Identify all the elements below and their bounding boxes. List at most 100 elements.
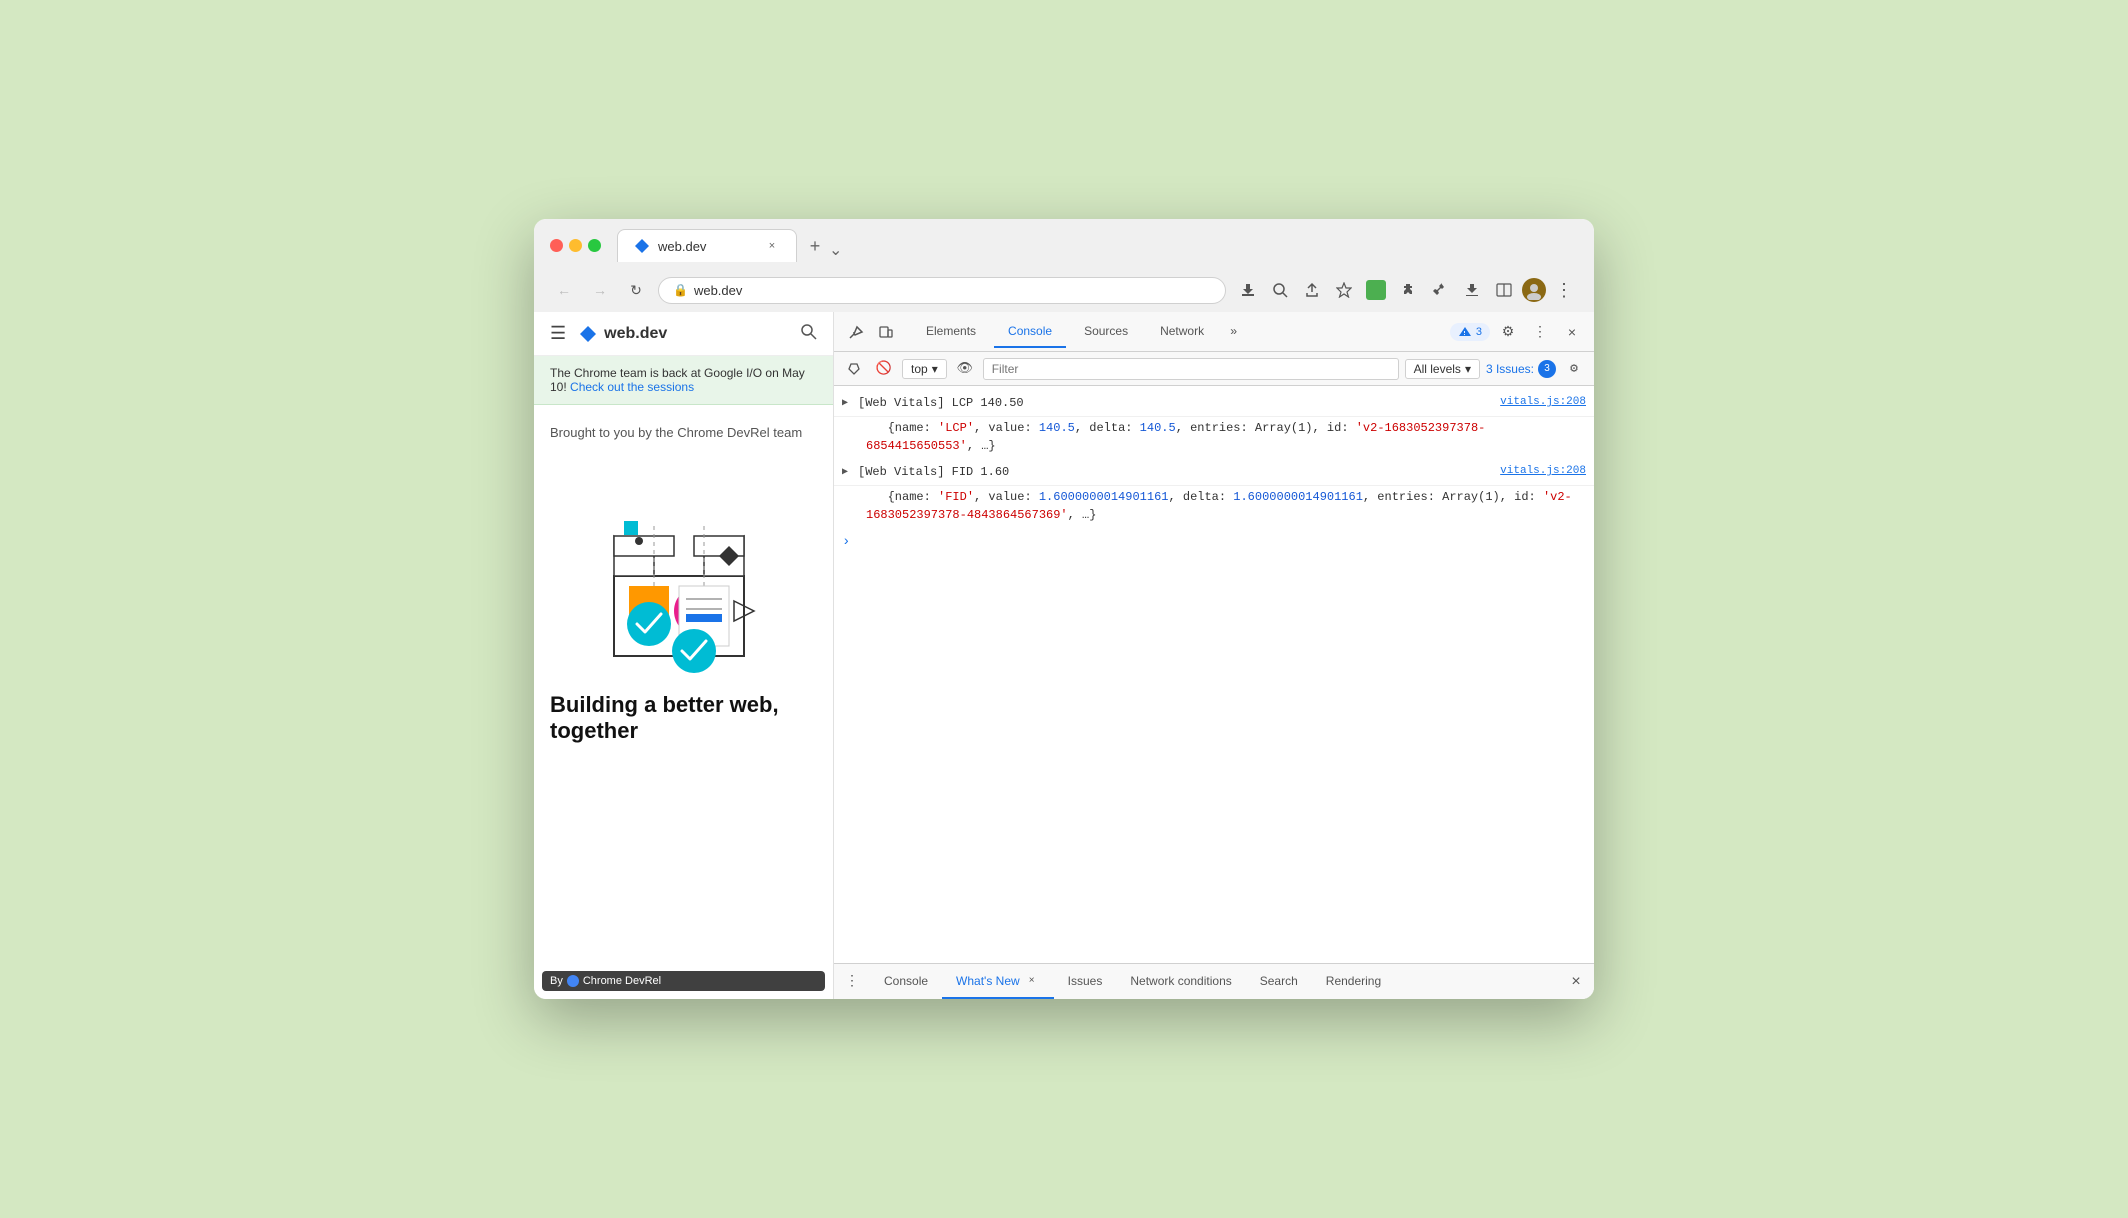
chrome-devrel-logo — [567, 975, 579, 987]
devtools-more-button[interactable]: ⋮ — [1526, 318, 1554, 346]
drawer-menu-button[interactable]: ⋮ — [838, 968, 866, 996]
console-sub-2: {name: 'FID', value: 1.6000000014901161,… — [834, 486, 1594, 528]
issues-count-text: 3 — [1476, 326, 1482, 338]
console-block-button[interactable]: 🚫 — [872, 357, 896, 381]
entry-source-1[interactable]: vitals.js:208 — [1500, 394, 1586, 411]
tab-close-button[interactable]: × — [764, 238, 780, 254]
green-extension-icon — [1366, 280, 1386, 300]
devtools-toolbar: Elements Console Sources Network » 3 ⚙ ⋮… — [834, 312, 1594, 352]
site-title: web.dev — [604, 325, 667, 343]
page-illustration — [574, 456, 794, 676]
drawer-close-button[interactable]: × — [1562, 968, 1590, 996]
devtools-tab-sources[interactable]: Sources — [1070, 316, 1142, 348]
drawer-rendering-label: Rendering — [1326, 974, 1381, 988]
pin-icon-button[interactable] — [1426, 276, 1454, 304]
devtools-tab-elements[interactable]: Elements — [912, 316, 990, 348]
console-prompt-chevron: › — [842, 534, 850, 550]
profile-avatar[interactable] — [1522, 278, 1546, 302]
devtools-tab-console[interactable]: Console — [994, 316, 1066, 348]
devtools-drawer: ⋮ Console What's New × Issues Network co… — [834, 963, 1594, 999]
console-settings-button[interactable]: ⚙ — [1562, 357, 1586, 381]
share-icon-button[interactable] — [1298, 276, 1326, 304]
footer-badge: By Chrome DevRel — [542, 971, 825, 991]
url-bar[interactable]: 🔒 web.dev — [658, 277, 1226, 304]
url-text: web.dev — [694, 283, 742, 298]
title-bar-top: web.dev × + ⌄ — [550, 229, 1578, 262]
entry-toggle-1[interactable]: ▶ — [842, 396, 848, 411]
console-entry-lcp[interactable]: ▶ vitals.js:208 [Web Vitals] LCP 140.50 — [834, 390, 1594, 417]
devtools-split-button[interactable] — [1490, 276, 1518, 304]
console-eye-button[interactable]: 👁 — [953, 357, 977, 381]
page-footer-heading: Building a better web, together — [550, 692, 817, 744]
extensions-button[interactable] — [1394, 276, 1422, 304]
site-search-button[interactable] — [799, 322, 817, 345]
issues-label-text: 3 Issues: — [1486, 362, 1534, 376]
download-icon-button[interactable] — [1234, 276, 1262, 304]
forward-button[interactable]: → — [586, 276, 614, 304]
console-clear-button[interactable] — [842, 357, 866, 381]
zoom-icon-button[interactable] — [1266, 276, 1294, 304]
issues-count-badge: 3 — [1538, 360, 1556, 378]
browser-tab-webdev[interactable]: web.dev × — [617, 229, 797, 262]
page-subtitle: Brought to you by the Chrome DevRel team — [550, 425, 817, 440]
maximize-window-button[interactable] — [588, 239, 601, 252]
lock-icon: 🔒 — [673, 283, 688, 297]
browser-toolbar-icons: ⋮ — [1234, 276, 1578, 304]
entry-toggle-2[interactable]: ▶ — [842, 465, 848, 480]
drawer-tab-network-conditions[interactable]: Network conditions — [1116, 964, 1245, 999]
webpage-panel: ☰ web.dev The Chrome team is back at Goo… — [534, 312, 834, 999]
tab-title: web.dev — [658, 239, 706, 254]
close-window-button[interactable] — [550, 239, 563, 252]
console-prompt-area[interactable]: › — [834, 528, 1594, 556]
entry-text-2: [Web Vitals] FID 1.60 — [858, 465, 1009, 479]
devtools-issues-badge[interactable]: 3 — [1450, 323, 1490, 341]
minimize-window-button[interactable] — [569, 239, 582, 252]
drawer-tab-search[interactable]: Search — [1246, 964, 1312, 999]
devtools-more-tabs-button[interactable]: » — [1222, 321, 1245, 343]
webpage-body: Brought to you by the Chrome DevRel team — [534, 405, 833, 967]
drawer-tab-issues[interactable]: Issues — [1054, 964, 1117, 999]
main-area: ☰ web.dev The Chrome team is back at Goo… — [534, 312, 1594, 999]
address-bar: ← → ↻ 🔒 web.dev — [534, 270, 1594, 312]
star-icon-button[interactable] — [1330, 276, 1358, 304]
drawer-tab-rendering[interactable]: Rendering — [1312, 964, 1395, 999]
console-issues-badge[interactable]: 3 Issues: 3 — [1486, 360, 1556, 378]
console-toolbar: 🚫 top ▾ 👁 All levels ▾ 3 Issues: 3 ⚙ — [834, 352, 1594, 386]
drawer-tab-console[interactable]: Console — [870, 964, 942, 999]
extension-green-button[interactable] — [1362, 276, 1390, 304]
new-tab-button[interactable]: + — [801, 232, 829, 260]
traffic-lights — [550, 239, 601, 252]
back-button[interactable]: ← — [550, 276, 578, 304]
badge-by-text: By — [550, 975, 563, 987]
tab-overflow-chevron[interactable]: ⌄ — [829, 240, 842, 260]
devtools-settings-button[interactable]: ⚙ — [1494, 318, 1522, 346]
download2-icon-button[interactable] — [1458, 276, 1486, 304]
console-entry-fid[interactable]: ▶ vitals.js:208 [Web Vitals] FID 1.60 — [834, 459, 1594, 486]
all-levels-text: All levels — [1414, 362, 1461, 376]
devtools-devices-button[interactable] — [872, 318, 900, 346]
devtools-close-button[interactable]: × — [1558, 318, 1586, 346]
hamburger-menu-button[interactable]: ☰ — [550, 323, 566, 344]
browser-menu-button[interactable]: ⋮ — [1550, 276, 1578, 304]
banner-link[interactable]: Check out the sessions — [570, 380, 694, 394]
drawer-tab-close-whatsnew[interactable]: × — [1024, 973, 1040, 989]
context-value: top — [911, 362, 928, 376]
context-selector[interactable]: top ▾ — [902, 359, 947, 379]
console-filter-input[interactable] — [983, 358, 1399, 380]
entry-source-2[interactable]: vitals.js:208 — [1500, 463, 1586, 480]
console-output: ▶ vitals.js:208 [Web Vitals] LCP 140.50 … — [834, 386, 1594, 963]
devtools-tab-network[interactable]: Network — [1146, 316, 1218, 348]
footer-area: By Chrome DevRel — [534, 967, 833, 999]
devtools-inspect-button[interactable] — [842, 318, 870, 346]
reload-button[interactable]: ↻ — [622, 276, 650, 304]
console-sub-1: {name: 'LCP', value: 140.5, delta: 140.5… — [834, 417, 1594, 459]
browser-window: web.dev × + ⌄ ← → ↻ 🔒 web.dev — [534, 219, 1594, 999]
tab-favicon — [634, 238, 650, 254]
all-levels-dropdown[interactable]: All levels ▾ — [1405, 359, 1480, 379]
drawer-network-label: Network conditions — [1130, 974, 1231, 988]
drawer-whatsnew-label: What's New — [956, 974, 1020, 988]
devtools-icons-left — [842, 318, 900, 346]
drawer-tab-whatsnew[interactable]: What's New × — [942, 964, 1054, 999]
announcement-banner: The Chrome team is back at Google I/O on… — [534, 356, 833, 405]
drawer-search-label: Search — [1260, 974, 1298, 988]
